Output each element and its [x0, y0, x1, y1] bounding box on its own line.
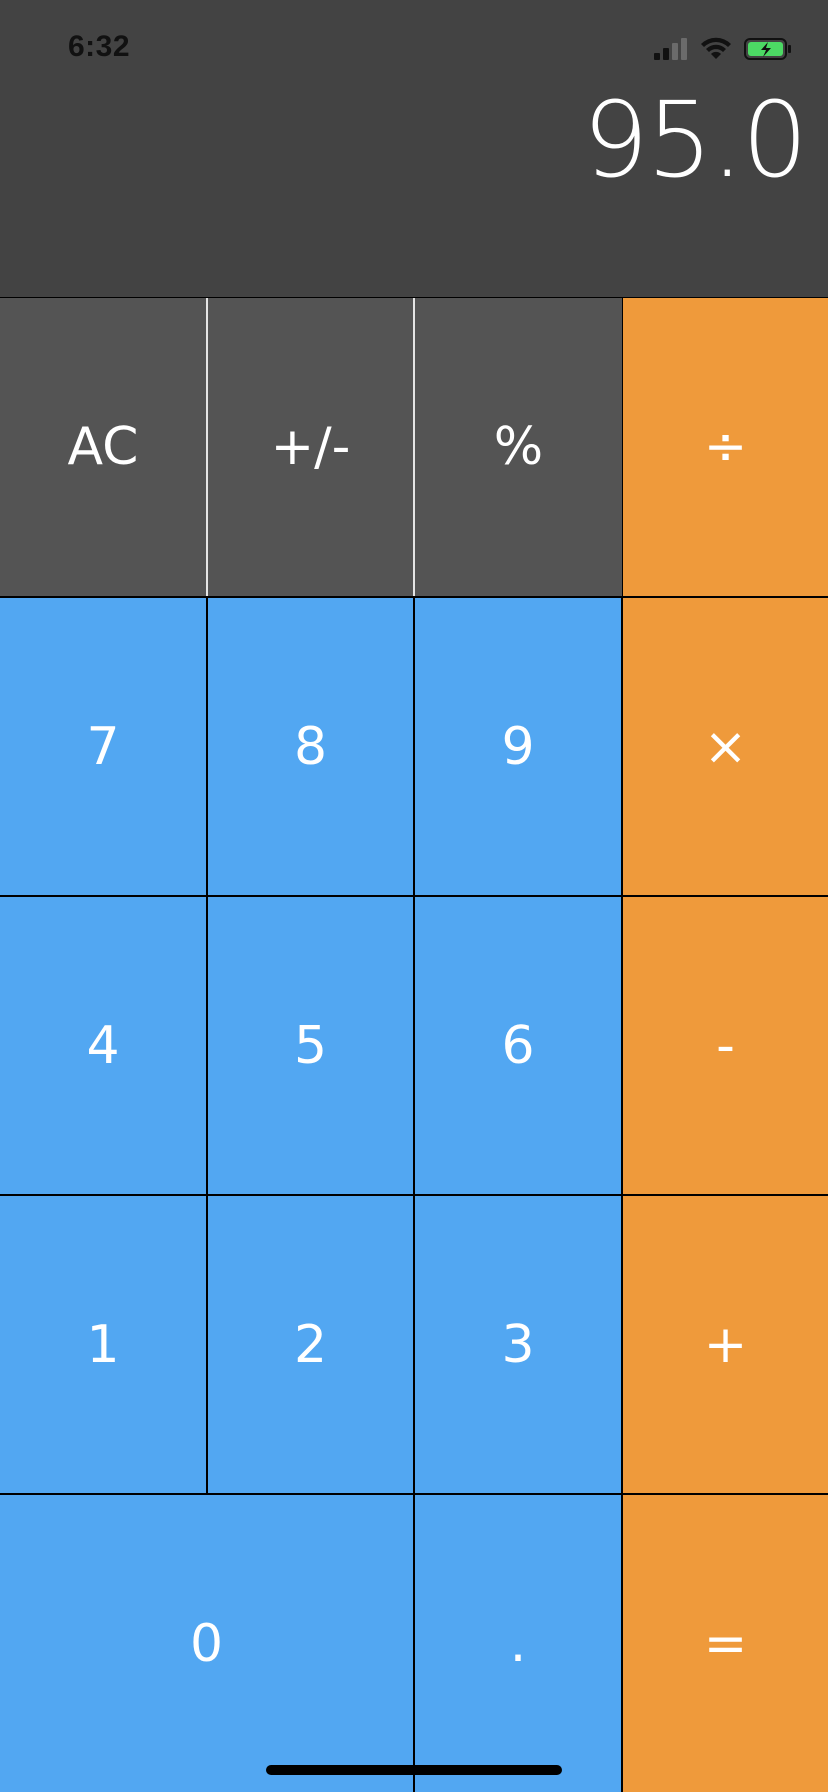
digit-4-button[interactable]: 4 — [0, 897, 206, 1194]
add-button[interactable]: + — [623, 1196, 828, 1493]
divide-button[interactable]: ÷ — [623, 298, 828, 596]
keypad: AC +/- % ÷ 7 8 9 × 4 5 6 - 1 2 3 + 0 . = — [0, 297, 828, 1792]
percent-button[interactable]: % — [415, 298, 622, 596]
digit-8-button[interactable]: 8 — [208, 598, 413, 895]
home-indicator[interactable] — [266, 1765, 562, 1775]
equals-button[interactable]: = — [623, 1495, 828, 1792]
signal-bars-icon — [654, 38, 687, 60]
digit-5-button[interactable]: 5 — [208, 897, 413, 1194]
multiply-button[interactable]: × — [623, 598, 828, 895]
display-value: 95.0 — [582, 79, 808, 201]
digit-9-button[interactable]: 9 — [415, 598, 621, 895]
digit-6-button[interactable]: 6 — [415, 897, 621, 1194]
clear-button[interactable]: AC — [0, 298, 208, 596]
display-area: 6:32 95.0 — [0, 0, 828, 297]
decimal-button[interactable]: . — [415, 1495, 621, 1792]
wifi-icon — [701, 37, 731, 59]
digit-3-button[interactable]: 3 — [415, 1196, 621, 1493]
digit-1-button[interactable]: 1 — [0, 1196, 206, 1493]
digit-0-button[interactable]: 0 — [0, 1495, 413, 1792]
subtract-button[interactable]: - — [623, 897, 828, 1194]
digit-7-button[interactable]: 7 — [0, 598, 206, 895]
status-time: 6:32 — [68, 30, 131, 63]
calculator-screen: 6:32 95.0 AC +/- % ÷ 7 8 9 × 4 5 6 - 1 2… — [0, 0, 828, 1792]
battery-charging-icon — [744, 38, 791, 60]
digit-2-button[interactable]: 2 — [208, 1196, 413, 1493]
sign-toggle-button[interactable]: +/- — [208, 298, 415, 596]
status-icons — [654, 36, 792, 62]
